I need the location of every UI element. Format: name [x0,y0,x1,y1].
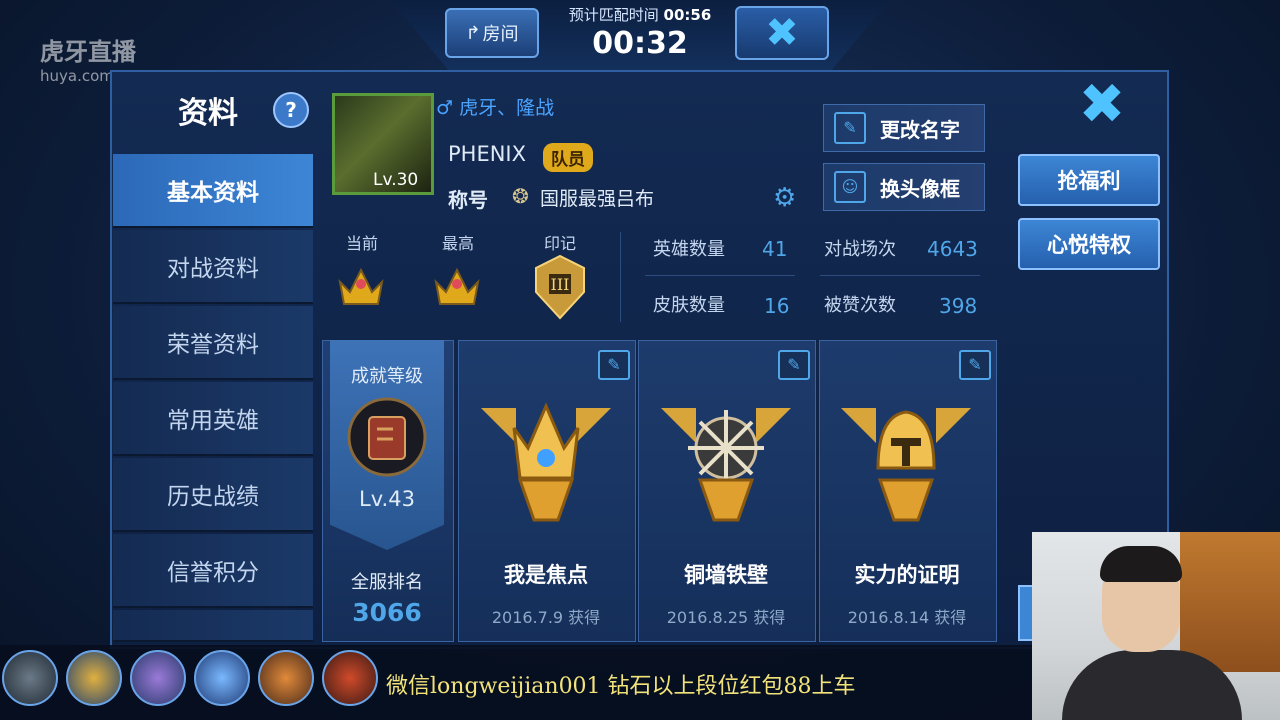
close-panel-button[interactable]: ✖ [1072,75,1132,135]
sidebar-item-label: 对战资料 [167,256,259,282]
achievement-book-icon [347,397,427,477]
achievement-date: 2016.8.25 获得 [666,608,786,627]
guild-name: 虎牙、隆战 [459,97,555,119]
stat-row-divider [645,275,795,276]
estimate-label: 预计匹配时间 [568,6,659,24]
blade-item-icon [130,650,186,706]
question-icon: ? [285,98,297,122]
sidebar-item-honor-info[interactable]: 荣誉资料 [113,306,313,380]
likes-label: 被赞次数 [824,295,896,316]
title-label: 称号 [448,188,488,212]
cancel-match-button[interactable]: ✖ [735,6,829,60]
battles-value: 4643 [927,237,978,261]
server-rank-value: 3066 [352,598,422,627]
mark-label: 印记 [543,234,576,253]
sword-item-icon [194,650,250,706]
webcam-person-hair [1100,546,1182,582]
spiked-ball-trophy-icon [661,408,791,522]
boots-item-icon [2,650,58,706]
gear-icon[interactable]: ⚙ [773,183,796,213]
current-rank-label: 当前 [345,234,378,253]
achievement-date: 2016.7.9 获得 [491,608,601,627]
sidebar-item-common-heroes[interactable]: 常用英雄 [113,382,313,456]
avatar[interactable]: Lv.30 [332,93,434,195]
helmet-trophy-icon [841,408,971,522]
sidebar-item-label: 信誉积分 [167,560,259,586]
axe-item-icon [258,650,314,706]
stream-ticker: 微信longweijian001 钻石以上段位红包88上车 [386,674,856,699]
sidebar-item-label: 荣誉资料 [167,332,259,358]
rename-button[interactable]: ✎ 更改名字 [823,104,985,152]
estimated-match-time: 预计匹配时间 00:56 [545,4,735,25]
sidebar-item-partial[interactable] [113,610,313,642]
hero-count-value: 41 [762,237,788,261]
close-icon: ✖ [765,10,799,56]
close-icon: ✖ [1078,72,1126,137]
edit-icon[interactable]: ✎ [778,350,810,380]
achievement-date: 2016.8.14 获得 [847,608,967,627]
webcam-cabinet [1180,532,1280,672]
sidebar-item-battle-info[interactable]: 对战资料 [113,230,313,304]
streamer-webcam [1032,532,1280,720]
player-name: PHENIX [448,142,527,166]
achievement-name: 铜墙铁壁 [684,563,768,587]
edit-icon[interactable]: ✎ [598,350,630,380]
mark-emblem-icon: III [535,254,585,320]
highest-rank-label: 最高 [441,234,474,253]
estimate-time: 00:56 [663,6,712,24]
guild-line: ♂ 虎牙、隆战 [436,93,554,120]
stat-row-divider [820,275,980,276]
benefits-button[interactable]: 抢福利 [1018,154,1160,206]
sidebar-title: 资料 [178,96,238,131]
sidebar-item-basic-info[interactable]: 基本资料 [113,154,313,228]
rename-label: 更改名字 [880,117,960,142]
edit-icon[interactable]: ✎ [959,350,991,380]
help-button[interactable]: ? [273,92,309,128]
skin-count-label: 皮肤数量 [653,295,725,316]
benefits-label: 抢福利 [1057,169,1121,193]
sidebar-item-label: 历史战绩 [167,484,259,510]
privilege-button[interactable]: 心悦特权 [1018,218,1160,270]
sidebar-item-label: 基本资料 [167,180,259,206]
current-rank-icon [338,267,384,305]
player-level: Lv.30 [373,170,419,190]
battles-label: 对战场次 [824,239,896,260]
svg-text:III: III [551,275,570,294]
title-value: 国服最强吕布 [540,188,655,210]
room-button[interactable]: ↱ 房间 [445,8,539,58]
skin-count-value: 16 [764,294,790,318]
achievement-name: 实力的证明 [854,563,960,587]
sidebar-item-match-history[interactable]: 历史战绩 [113,458,313,532]
portrait-icon: ☺ [834,171,866,203]
share-arrow-icon: ↱ [465,22,481,44]
elapsed-timer: 00:32 [592,26,688,61]
rank-stat-divider [620,232,621,322]
spear-item-icon [322,650,378,706]
hero-count-label: 英雄数量 [653,239,725,260]
room-button-label: 房间 [482,24,519,45]
male-icon: ♂ [436,97,454,119]
highest-rank-icon [434,267,480,305]
privilege-label: 心悦特权 [1047,233,1131,257]
title-emblem-icon: ❂ [512,184,529,208]
change-frame-label: 换头像框 [880,176,960,201]
amulet-item-icon [66,650,122,706]
watermark-brand: 虎牙直播 [40,38,136,66]
role-badge: 队员 [543,143,593,172]
achievement-level-value: Lv.43 [359,487,415,511]
achievement-level-label: 成就等级 [351,366,423,387]
crown-trophy-icon [481,402,611,522]
edit-icon: ✎ [834,112,866,144]
achievement-name: 我是焦点 [504,563,588,587]
likes-value: 398 [939,294,978,318]
sidebar-item-label: 常用英雄 [167,408,259,434]
change-frame-button[interactable]: ☺ 换头像框 [823,163,985,211]
sidebar-item-credit-score[interactable]: 信誉积分 [113,534,313,608]
server-rank-label: 全服排名 [351,572,423,593]
